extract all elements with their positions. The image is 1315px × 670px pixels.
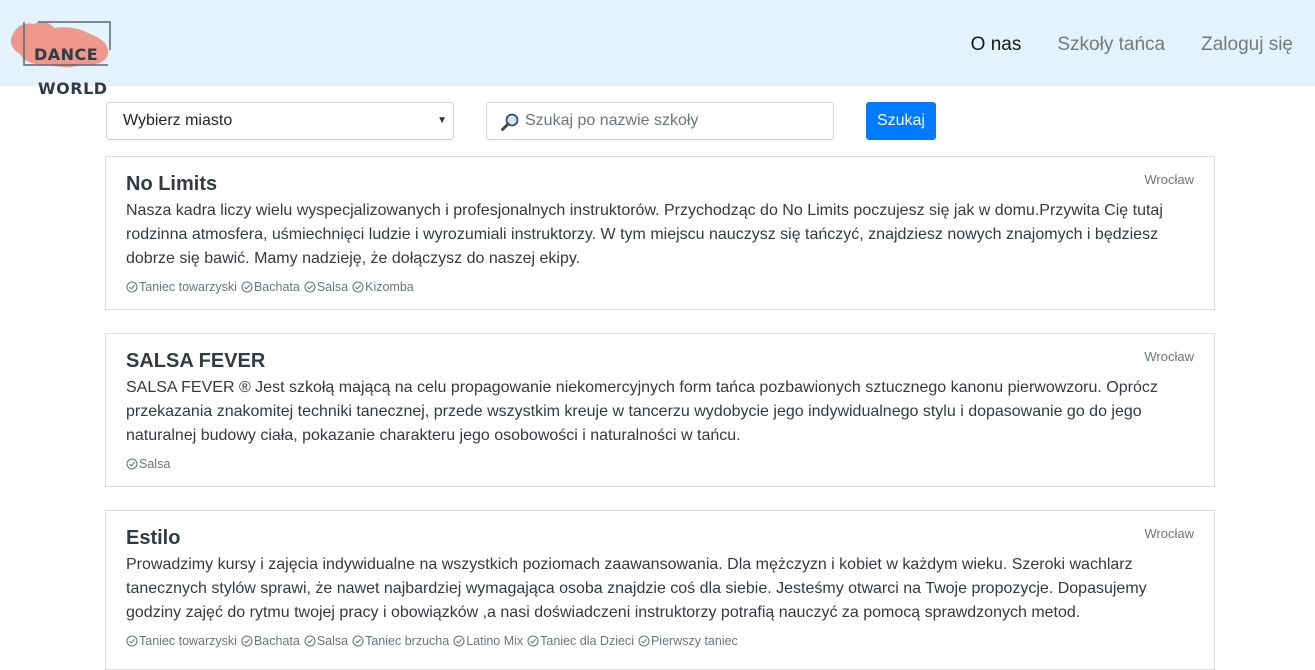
tag-label: Pierwszy taniec (650, 634, 738, 648)
tag-item: Pierwszy taniec (638, 633, 738, 649)
caret-down-icon: ▼ (437, 115, 447, 126)
tag-item: Latino Mix (453, 633, 523, 649)
school-tags: Salsa (126, 456, 170, 472)
school-name-search-input[interactable]: Szukaj po nazwie szkoły (486, 102, 834, 140)
tag-label: Bachata (253, 280, 300, 294)
tag-item: Salsa (126, 456, 170, 472)
nav-links: O nas Szkoły tańca Zaloguj się (971, 33, 1293, 57)
school-city: Wrocław (1144, 526, 1194, 541)
tag-item: Salsa (304, 633, 348, 649)
tag-label: Taniec towarzyski (139, 280, 237, 294)
school-tags: Taniec towarzyski Bachata Salsa Kizomba (126, 279, 414, 295)
school-tags: Taniec towarzyski Bachata Salsa Taniec b… (126, 633, 738, 649)
magnifier-icon (501, 113, 519, 131)
school-card[interactable]: Estilo Wrocław Prowadzimy kursy i zajęci… (105, 510, 1215, 670)
school-city: Wrocław (1144, 349, 1194, 364)
tag-label: Taniec dla Dzieci (540, 634, 634, 648)
tag-label: Taniec brzucha (365, 634, 450, 648)
tag-item: Taniec brzucha (352, 633, 449, 649)
tag-item: Taniec towarzyski (126, 633, 237, 649)
tag-item: Taniec dla Dzieci (527, 633, 634, 649)
school-city: Wrocław (1144, 172, 1194, 187)
tag-label: Salsa (139, 457, 171, 471)
tag-label: Taniec towarzyski (139, 634, 237, 648)
brand-line2: WORLD (38, 79, 108, 98)
check-circle-icon (304, 635, 316, 647)
nav-link-zaloguj[interactable]: Zaloguj się (1201, 33, 1293, 57)
search-row: Wybierz miasto ▼ Szukaj po nazwie szkoły… (106, 102, 1216, 140)
school-description: Prowadzimy kursy i zajęcia indywidualne … (126, 556, 1147, 621)
check-circle-icon (126, 458, 138, 470)
school-name[interactable]: Estilo (126, 525, 180, 551)
brand-line1: DANCE (34, 45, 99, 64)
nav-link-o-nas[interactable]: O nas (971, 33, 1022, 57)
search-button[interactable]: Szukaj (866, 102, 936, 140)
brand-text: DANCE WORLD (34, 29, 108, 114)
check-circle-icon (241, 281, 253, 293)
tag-item: Bachata (241, 633, 300, 649)
tag-label: Bachata (253, 634, 300, 648)
check-circle-icon (527, 635, 539, 647)
school-card[interactable]: SALSA FEVER Wrocław SALSA FEVER ® Jest s… (105, 333, 1215, 487)
school-name[interactable]: SALSA FEVER (126, 348, 265, 374)
school-description: SALSA FEVER ® Jest szkołą mającą na celu… (126, 379, 1158, 444)
check-circle-icon (352, 635, 364, 647)
tag-label: Kizomba (365, 280, 414, 294)
navbar: DANCE WORLD O nas Szkoły tańca Zaloguj s… (0, 0, 1315, 97)
check-circle-icon (453, 635, 465, 647)
search-placeholder: Szukaj po nazwie szkoły (525, 112, 699, 129)
nav-link-szkoly-tanca[interactable]: Szkoły tańca (1057, 33, 1165, 57)
school-name[interactable]: No Limits (126, 171, 217, 197)
school-card[interactable]: No Limits Wrocław Nasza kadra liczy wiel… (105, 156, 1215, 310)
tag-label: Salsa (316, 280, 349, 294)
check-circle-icon (304, 281, 316, 293)
check-circle-icon (126, 635, 138, 647)
city-select-value: Wybierz miasto (123, 112, 233, 129)
check-circle-icon (352, 281, 364, 293)
check-circle-icon (638, 635, 650, 647)
tag-label: Latino Mix (466, 634, 524, 648)
tag-item: Kizomba (352, 279, 414, 295)
tag-label: Salsa (316, 634, 349, 648)
school-description: Nasza kadra liczy wielu wyspecjalizowany… (126, 202, 1163, 267)
check-circle-icon (126, 281, 138, 293)
tag-item: Bachata (241, 279, 300, 295)
brand-logo[interactable]: DANCE WORLD (10, 18, 114, 97)
check-circle-icon (241, 635, 253, 647)
tag-item: Salsa (304, 279, 348, 295)
tag-item: Taniec towarzyski (126, 279, 237, 295)
city-select[interactable]: Wybierz miasto ▼ (106, 102, 454, 140)
